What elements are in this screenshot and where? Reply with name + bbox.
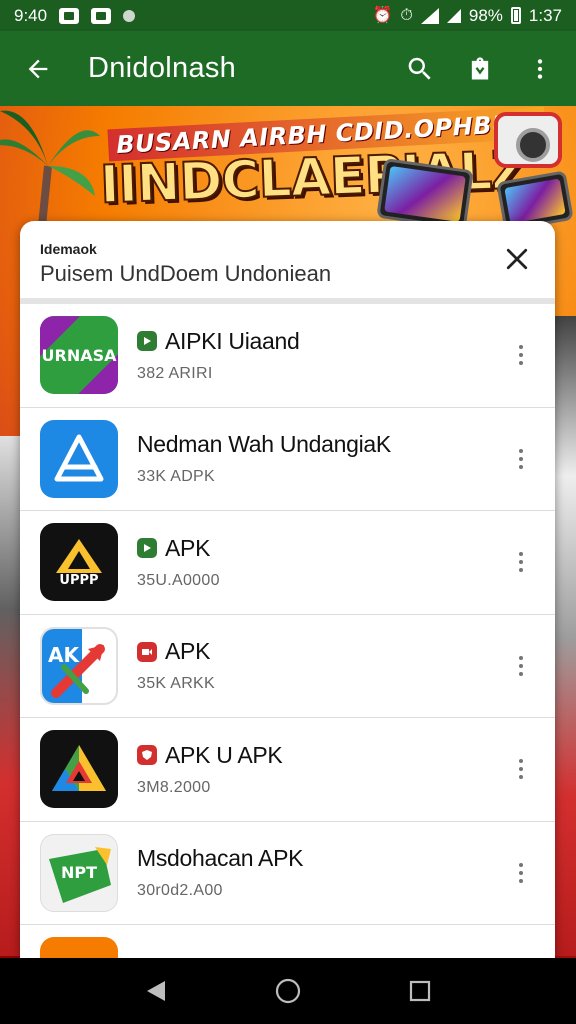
- battery-percent: 98%: [468, 5, 503, 25]
- sheet-title: Puisem UndDoem Undoniean: [40, 261, 332, 286]
- banner-edge-left: [0, 436, 22, 956]
- item-more-button[interactable]: [501, 739, 541, 799]
- yellow-delta-app-icon: UPPP: [40, 523, 118, 602]
- phone-illustration: [376, 158, 474, 230]
- app-meta: 35K ARKK: [137, 675, 216, 693]
- play-badge-icon: [137, 538, 157, 559]
- close-button[interactable]: [493, 235, 541, 283]
- store-button[interactable]: [450, 39, 510, 99]
- more-vert-icon: [519, 552, 523, 573]
- partial-app-icon: [40, 937, 118, 958]
- app-meta: 33K ADPK: [137, 468, 216, 486]
- app-meta: 30r0d2.A00: [137, 882, 223, 900]
- item-more-button[interactable]: [501, 325, 541, 385]
- nav-recents-icon: [409, 980, 431, 1002]
- app-list-item[interactable]: URNASA AIPKI Uiaand 382 ARIRI: [20, 304, 555, 408]
- app-list-item[interactable]: AK APK 35K ARKK: [20, 615, 555, 718]
- search-icon: [408, 57, 431, 80]
- shopping-bag-icon: [471, 56, 489, 79]
- status-time-left: 9:40: [14, 5, 48, 25]
- triangle-a-app-icon: [40, 419, 118, 498]
- dot-icon: [123, 9, 136, 22]
- navigation-bar: [0, 958, 576, 1024]
- app-list-item[interactable]: Nedman Wah UndangiaK 33K ADPK: [20, 408, 555, 511]
- page-title: Dnidolnash: [88, 52, 237, 84]
- item-more-button[interactable]: [501, 429, 541, 489]
- nav-home-icon: [275, 978, 301, 1004]
- app-bar: Dnidolnash: [0, 31, 576, 106]
- app-name: APK U APK: [165, 741, 283, 768]
- app-list: URNASA AIPKI Uiaand 382 ARIRI Nedman Wah…: [20, 304, 555, 958]
- colorful-triangle-app-icon: [40, 730, 118, 809]
- status-clock: 1:37: [528, 5, 562, 25]
- download-sheet: Idemaok Puisem UndDoem Undoniean URNASA …: [20, 221, 555, 958]
- alarm-icon: ⏱: [400, 6, 413, 24]
- app-icon-label: AK: [48, 642, 79, 667]
- app-list-item[interactable]: UPPP APK 35U.A0000: [20, 511, 555, 615]
- more-vert-icon: [519, 655, 523, 676]
- wifi-icon: [420, 7, 439, 24]
- arrow-left-icon: [28, 59, 48, 78]
- more-vert-icon: [519, 448, 523, 469]
- app-list-item-partial[interactable]: [20, 925, 555, 958]
- more-vert-icon: [537, 58, 543, 79]
- alarm-off-icon: ⏰: [372, 6, 393, 24]
- npt-app-icon: NPT: [40, 833, 118, 912]
- app-icon-label: URNASA: [41, 345, 117, 365]
- app-name: Msdohacan APK: [137, 845, 304, 872]
- signal-icon: [446, 8, 461, 23]
- app-list-item[interactable]: NPT Msdohacan APK 30r0d2.A00: [20, 822, 555, 925]
- camera-illustration: [494, 112, 562, 168]
- app-name: Nedman Wah UndangiaK: [137, 431, 391, 458]
- app-name: APK: [165, 534, 211, 561]
- item-more-button[interactable]: [501, 636, 541, 696]
- banner-edge-right: [554, 316, 576, 956]
- shield-badge-icon: [137, 745, 157, 766]
- app-list-item[interactable]: APK U APK 3M8.2000: [20, 718, 555, 822]
- sheet-kicker: Idemaok: [40, 241, 97, 257]
- video-badge-icon: [137, 641, 157, 662]
- nav-back-button[interactable]: [126, 961, 186, 1021]
- app-name: APK: [165, 638, 211, 665]
- battery-icon: [510, 7, 521, 24]
- image-icon: [59, 7, 80, 24]
- sheet-header: Idemaok Puisem UndDoem Undoniean: [20, 221, 555, 304]
- more-vert-icon: [519, 759, 523, 780]
- search-button[interactable]: [390, 39, 450, 99]
- app-icon-label: UPPP: [59, 572, 99, 588]
- more-options-button[interactable]: [510, 39, 570, 99]
- play-badge-icon: [137, 331, 157, 352]
- app-meta: 382 ARIRI: [137, 364, 213, 382]
- close-icon: [506, 248, 528, 270]
- nav-back-icon: [147, 981, 165, 1001]
- app-meta: 35U.A0000: [137, 571, 220, 589]
- app-icon-label: NPT: [60, 863, 98, 883]
- item-more-button[interactable]: [501, 532, 541, 592]
- status-bar: 9:40 ⏰ ⏱ 98% 1:37: [0, 0, 576, 31]
- ak-arrow-app-icon: AK: [40, 626, 118, 705]
- item-more-button[interactable]: [501, 843, 541, 903]
- nav-recents-button[interactable]: [390, 961, 450, 1021]
- back-button[interactable]: [8, 39, 68, 99]
- more-vert-icon: [519, 862, 523, 883]
- app-meta: 3M8.2000: [137, 778, 211, 796]
- nav-home-button[interactable]: [258, 961, 318, 1021]
- urnasa-app-icon: URNASA: [40, 316, 118, 395]
- bag-icon: [91, 7, 112, 24]
- app-name: AIPKI Uiaand: [165, 327, 300, 354]
- more-vert-icon: [519, 345, 523, 366]
